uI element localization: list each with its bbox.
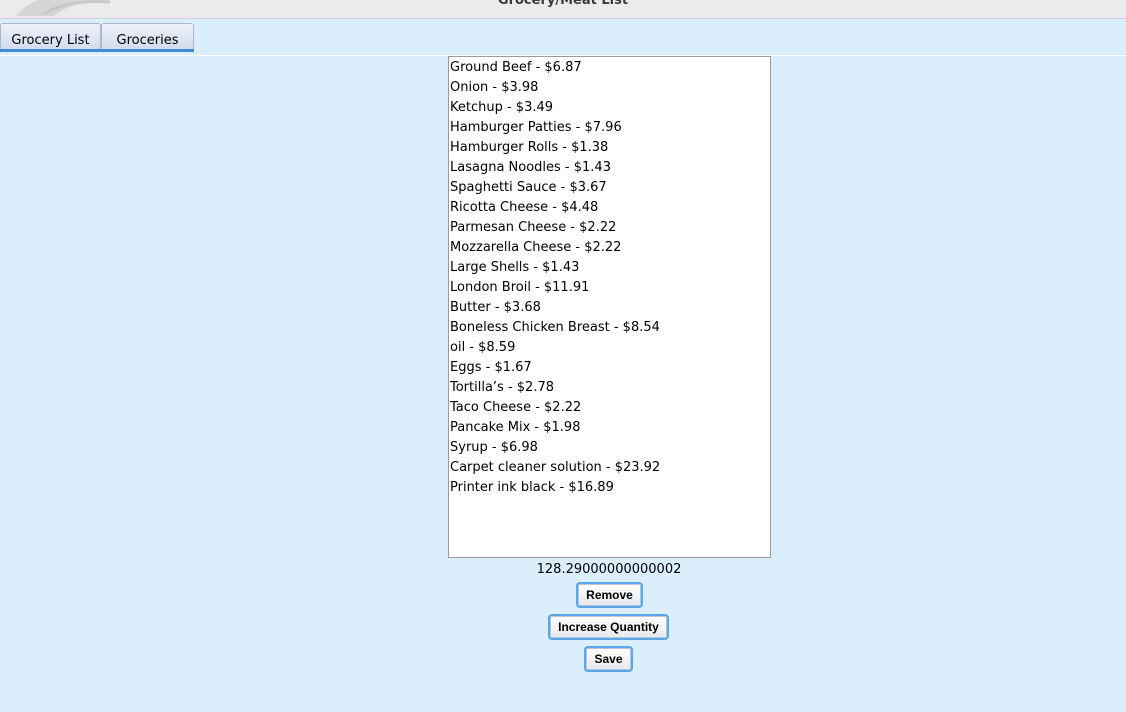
- increase-quantity-button[interactable]: Increase Quantity: [548, 614, 669, 640]
- list-item[interactable]: Ketchup - $3.49: [449, 98, 770, 118]
- list-item[interactable]: Ricotta Cheese - $4.48: [449, 198, 770, 218]
- list-item[interactable]: Boneless Chicken Breast - $8.54: [449, 318, 770, 338]
- tab-bar: Grocery List Groceries: [0, 19, 1126, 56]
- title-bar: Grocery/Meat List: [0, 0, 1126, 19]
- list-item[interactable]: Printer ink black - $16.89: [449, 478, 770, 498]
- list-item[interactable]: Butter - $3.68: [449, 298, 770, 318]
- list-item[interactable]: Carpet cleaner solution - $23.92: [449, 458, 770, 478]
- list-item[interactable]: oil - $8.59: [449, 338, 770, 358]
- tab-selection-indicator: [0, 49, 194, 52]
- list-item[interactable]: Parmesan Cheese - $2.22: [449, 218, 770, 238]
- save-button[interactable]: Save: [584, 646, 633, 672]
- list-item[interactable]: Taco Cheese - $2.22: [449, 398, 770, 418]
- tab-grocery-list[interactable]: Grocery List: [0, 23, 101, 49]
- list-item[interactable]: Large Shells - $1.43: [449, 258, 770, 278]
- list-item[interactable]: Mozzarella Cheese - $2.22: [449, 238, 770, 258]
- list-item[interactable]: Lasagna Noodles - $1.43: [449, 158, 770, 178]
- grocery-listbox[interactable]: Ground Beef - $6.87 Onion - $3.98 Ketchup …: [448, 56, 771, 558]
- list-item[interactable]: Pancake Mix - $1.98: [449, 418, 770, 438]
- list-item[interactable]: Syrup - $6.98: [449, 438, 770, 458]
- list-item[interactable]: London Broil - $11.91: [449, 278, 770, 298]
- list-item[interactable]: Onion - $3.98: [449, 78, 770, 98]
- list-item[interactable]: Hamburger Rolls - $1.38: [449, 138, 770, 158]
- window-title: Grocery/Meat List: [497, 0, 629, 8]
- total-price: 128.29000000000002: [536, 562, 682, 577]
- list-item[interactable]: Hamburger Patties - $7.96: [449, 118, 770, 138]
- list-item[interactable]: Spaghetti Sauce - $3.67: [449, 178, 770, 198]
- list-item[interactable]: Ground Beef - $6.87: [449, 58, 770, 78]
- tab-groceries[interactable]: Groceries: [101, 23, 194, 49]
- remove-button[interactable]: Remove: [576, 582, 643, 608]
- list-item[interactable]: Eggs - $1.67: [449, 358, 770, 378]
- list-item[interactable]: Tortilla’s - $2.78: [449, 378, 770, 398]
